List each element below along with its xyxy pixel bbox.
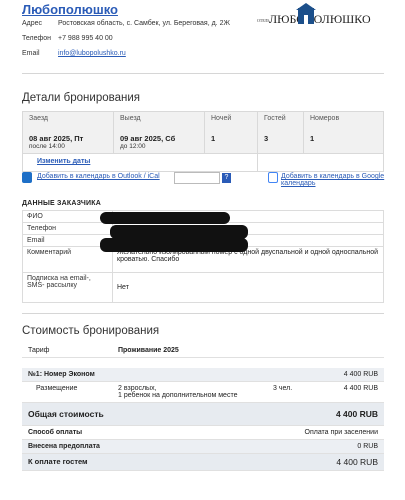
- checkout-time: до 12:00: [120, 143, 146, 150]
- tariff-value: Проживание 2025: [112, 344, 384, 358]
- placement-text: 2 взрослых, 1 ребенок на дополнительном …: [112, 381, 267, 403]
- due-value: 4 400 RUB: [267, 453, 384, 471]
- placement-count: 3 чел.: [267, 381, 310, 403]
- customer-value: Нет: [112, 272, 384, 303]
- prepaid-value: 0 RUB: [267, 439, 384, 454]
- customer-key: ФИО: [22, 210, 113, 223]
- help-icon[interactable]: ?: [222, 173, 231, 183]
- outlook-calendar-link[interactable]: Добавить в календарь в Outlook / iCal: [37, 173, 160, 180]
- total-row: Общая стоимость 4 400 RUB: [22, 402, 384, 426]
- placement-label: Размещение: [22, 381, 112, 403]
- cost-title: Стоимость бронирования: [22, 325, 160, 337]
- payment-value: Оплата при заселении: [267, 425, 384, 440]
- address-label: Адрес: [22, 20, 43, 27]
- placement-row: Размещение 2 взрослых, 1 ребенок на допо…: [22, 381, 384, 403]
- empty-cell: [257, 153, 384, 172]
- due-label: К оплате гостем: [22, 453, 267, 471]
- tariff-label: Тариф: [22, 344, 112, 358]
- phone-row: Телефон +7 988 995 40 00: [22, 35, 113, 42]
- change-dates-cell: Изменить даты: [22, 153, 258, 172]
- google-calendar-icon: [268, 172, 278, 183]
- booking-details-table: Заезд 08 авг 2025, Пт после 14:00 Выезд …: [22, 111, 384, 172]
- rooms-label: Номеров: [310, 115, 340, 122]
- room-name: №1: Номер Эконом: [22, 367, 310, 382]
- nights-label: Ночей: [211, 115, 232, 122]
- room-row: №1: Номер Эконом 4 400 RUB: [22, 367, 384, 382]
- guests-cell: Гостей 3: [257, 111, 304, 154]
- guests-label: Гостей: [264, 115, 286, 122]
- checkout-date: 09 авг 2025, Сб: [120, 134, 176, 143]
- customer-key: Комментарий: [22, 246, 113, 273]
- checkout-label: Выезд: [120, 115, 141, 122]
- due-row: К оплате гостем 4 400 RUB: [22, 453, 384, 471]
- customer-key: Телефон: [22, 222, 113, 235]
- rooms-cell: Номеров 1: [303, 111, 384, 154]
- hotel-logo: ОТЕЛЬ ЛЮБОПОЛЮШКО: [257, 3, 371, 26]
- customer-key: Подписка на email-, SMS- рассылку: [22, 272, 113, 303]
- customer-key: Email: [22, 234, 113, 247]
- hotel-name-link[interactable]: Любополюшко: [22, 2, 118, 17]
- divider: [22, 313, 384, 314]
- payment-row: Способ оплаты Оплата при заселении: [22, 425, 384, 440]
- logo-text: ЛЮБОПОЛЮШКО: [269, 12, 371, 26]
- google-calendar-link[interactable]: Добавить в календарь в Google календарь: [281, 173, 405, 187]
- redaction-mark: [100, 238, 248, 252]
- redaction-mark: [110, 225, 248, 239]
- checkout-cell: Выезд 09 авг 2025, Сб до 12:00: [113, 111, 205, 154]
- price-table: Тариф Проживание 2025 №1: Номер Эконом 4…: [22, 344, 384, 471]
- guests-value: 3: [264, 134, 269, 143]
- email-label: Email: [22, 50, 40, 57]
- booking-title: Детали бронирования: [22, 92, 140, 104]
- payment-label: Способ оплаты: [22, 425, 267, 440]
- email-link[interactable]: info@lubopolushko.ru: [58, 50, 126, 57]
- phone-value: +7 988 995 40 00: [58, 35, 113, 42]
- address-row: Адрес Ростовская область, с. Самбек, ул. …: [22, 20, 230, 27]
- customer-row: Подписка на email-, SMS- рассылку Нет: [22, 272, 384, 303]
- phone-label: Телефон: [22, 35, 52, 42]
- room-price: 4 400 RUB: [309, 367, 384, 382]
- nights-cell: Ночей 1: [204, 111, 258, 154]
- customer-section-title: ДАННЫЕ ЗАКАЗЧИКА: [22, 200, 101, 207]
- tariff-row: Тариф Проживание 2025: [22, 344, 384, 358]
- total-label: Общая стоимость: [22, 402, 310, 426]
- outlook-icon: [22, 172, 32, 183]
- rooms-value: 1: [310, 134, 315, 143]
- checkin-label: Заезд: [29, 115, 49, 122]
- change-dates-link[interactable]: Изменить даты: [37, 158, 90, 165]
- checkin-cell: Заезд 08 авг 2025, Пт после 14:00: [22, 111, 114, 154]
- prepaid-row: Внесена предоплата 0 RUB: [22, 439, 384, 454]
- prepaid-label: Внесена предоплата: [22, 439, 267, 454]
- calendar-input[interactable]: [174, 172, 220, 184]
- nights-value: 1: [211, 134, 216, 143]
- placement-price: 4 400 RUB: [309, 381, 384, 403]
- redaction-mark: [100, 212, 230, 224]
- checkin-time: после 14:00: [29, 143, 65, 150]
- checkin-date: 08 авг 2025, Пт: [29, 134, 84, 143]
- divider: [22, 73, 384, 74]
- total-value: 4 400 RUB: [309, 402, 384, 426]
- email-row: Email info@lubopolushko.ru: [22, 50, 126, 57]
- address-value: Ростовская область, с. Самбек, ул. Берег…: [58, 20, 230, 27]
